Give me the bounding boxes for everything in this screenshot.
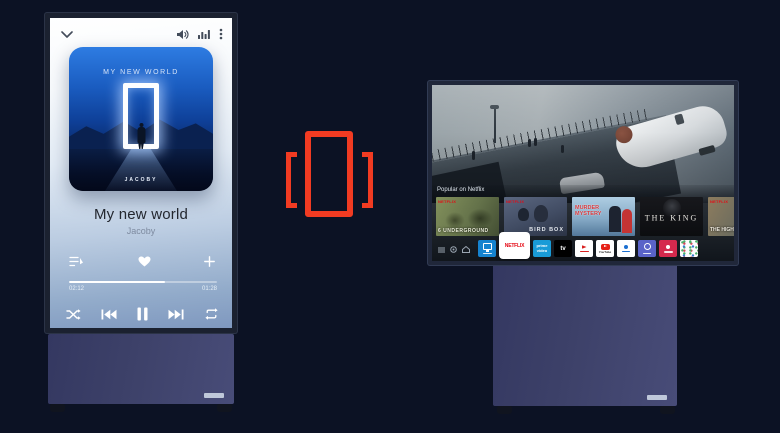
landscape-tv: Popular on Netflix NETFLIX 6 UNDERGROUND… bbox=[427, 80, 739, 266]
app-tile-internet[interactable] bbox=[638, 240, 656, 257]
song-title: My new world bbox=[50, 206, 232, 223]
landscape-tv-foot-right bbox=[660, 406, 675, 414]
app-tile-youtube[interactable]: YouTube bbox=[596, 240, 614, 257]
album-art: MY NEW WORLD JACOBY bbox=[69, 47, 213, 191]
remaining-time: 01:28 bbox=[202, 286, 217, 292]
netflix-logo: NETFLIX bbox=[505, 243, 524, 249]
smart-hub-screen: Popular on Netflix NETFLIX 6 UNDERGROUND… bbox=[432, 85, 734, 261]
skip-previous-icon[interactable] bbox=[101, 309, 117, 320]
app-tile-pattern-logo[interactable] bbox=[680, 240, 698, 257]
movie-card-6-underground[interactable]: NETFLIX 6 UNDERGROUND bbox=[436, 197, 499, 236]
settings-icon[interactable] bbox=[450, 246, 457, 253]
skip-next-icon[interactable] bbox=[168, 309, 184, 320]
apple-tv-logo: tv bbox=[560, 246, 565, 252]
brand-sticker bbox=[647, 395, 667, 400]
landscape-tv-stand bbox=[493, 260, 677, 406]
equalizer-icon[interactable] bbox=[198, 29, 210, 39]
more-options-icon[interactable] bbox=[219, 28, 223, 40]
playback-controls bbox=[66, 307, 219, 321]
add-icon[interactable] bbox=[204, 256, 215, 267]
movie-card-murder-mystery[interactable]: MURDER MYSTERY bbox=[572, 197, 635, 236]
rotate-bracket-left bbox=[286, 152, 297, 208]
red-logo-text-bar bbox=[580, 251, 589, 253]
globe-icon bbox=[644, 243, 651, 250]
figure-silhouette bbox=[518, 208, 529, 221]
app-bar: NETFLIX prime video tv bbox=[436, 232, 734, 259]
portrait-tv-foot-left bbox=[50, 404, 65, 412]
elapsed-time: 02:12 bbox=[69, 286, 84, 292]
chevron-down-icon[interactable] bbox=[61, 31, 73, 38]
person-silhouette bbox=[137, 123, 146, 149]
sero-tv-promo-stage: MY NEW WORLD JACOBY My new world Jacoby bbox=[0, 0, 780, 433]
youtube-logo: YouTube bbox=[599, 250, 611, 254]
figure-silhouette bbox=[534, 205, 548, 222]
movie-title: MURDER MYSTERY bbox=[575, 205, 611, 217]
movie-title: THE KING bbox=[640, 214, 703, 223]
netflix-badge: NETFLIX bbox=[438, 199, 456, 204]
youtube-play-icon bbox=[601, 244, 610, 250]
rotate-screen-outline bbox=[305, 131, 353, 217]
app-label-bar bbox=[643, 253, 651, 255]
rotate-bracket-right bbox=[362, 152, 373, 208]
favorite-icon[interactable] bbox=[138, 256, 151, 267]
music-player-topbar bbox=[61, 27, 223, 41]
volume-icon[interactable] bbox=[176, 29, 189, 40]
blue-logo-text-bar bbox=[622, 251, 630, 253]
pause-icon[interactable] bbox=[137, 307, 148, 321]
app-tile-prime-video[interactable]: prime video bbox=[533, 240, 551, 257]
app-label-bar bbox=[483, 253, 492, 255]
app-tile-red-logo[interactable] bbox=[575, 240, 593, 257]
album-artist-text: JACOBY bbox=[69, 177, 213, 183]
portrait-tv-foot-right bbox=[217, 404, 232, 412]
prime-video-logo: prime video bbox=[534, 244, 550, 253]
brand-sticker bbox=[204, 393, 224, 398]
song-artist: Jacoby bbox=[50, 226, 232, 236]
figure-silhouette bbox=[622, 209, 632, 233]
app-tile-crimson-logo[interactable] bbox=[659, 240, 677, 257]
app-tile-netflix[interactable]: NETFLIX bbox=[501, 234, 528, 257]
movie-card-the-king[interactable]: THE KING bbox=[640, 197, 703, 236]
app-label-bar bbox=[664, 251, 673, 253]
app-tile-apple-tv[interactable]: tv bbox=[554, 240, 572, 257]
rotate-screen-icon bbox=[286, 131, 374, 227]
progress-section: 02:12 01:28 bbox=[69, 281, 217, 292]
album-title-text: MY NEW WORLD bbox=[69, 69, 213, 76]
movie-card-bird-box[interactable]: NETFLIX BIRD BOX bbox=[504, 197, 567, 236]
red-logo-mark bbox=[582, 245, 587, 249]
app-tiles: NETFLIX prime video tv bbox=[478, 234, 698, 257]
content-rows-overlay: Popular on Netflix NETFLIX 6 UNDERGROUND… bbox=[432, 185, 734, 261]
progress-fill bbox=[69, 281, 165, 283]
menu-icon[interactable] bbox=[438, 247, 445, 253]
movie-card-row: NETFLIX 6 UNDERGROUND NETFLIX BIRD BOX M… bbox=[436, 197, 734, 236]
portrait-tv: MY NEW WORLD JACOBY My new world Jacoby bbox=[44, 12, 238, 334]
repeat-icon[interactable] bbox=[204, 308, 219, 320]
app-tile-blue-logo[interactable] bbox=[617, 240, 635, 257]
progress-bar[interactable] bbox=[69, 281, 217, 283]
tv-screen-icon bbox=[483, 243, 492, 250]
netflix-badge: NETFLIX bbox=[710, 199, 728, 204]
playlist-icon[interactable] bbox=[69, 256, 84, 267]
netflix-badge: NETFLIX bbox=[506, 199, 524, 204]
section-label: Popular on Netflix bbox=[437, 187, 484, 193]
action-row bbox=[69, 256, 215, 267]
app-tile-live-tv[interactable] bbox=[478, 240, 496, 257]
shuffle-icon[interactable] bbox=[66, 309, 81, 320]
movie-card-the-highwaymen[interactable]: NETFLIX THE HIGHWAYMEN bbox=[708, 197, 734, 236]
landscape-tv-foot-left bbox=[497, 406, 512, 414]
white-dot-mark bbox=[666, 245, 670, 249]
music-player-screen: MY NEW WORLD JACOBY My new world Jacoby bbox=[50, 18, 232, 328]
home-icon[interactable] bbox=[462, 246, 470, 253]
portrait-tv-stand bbox=[48, 334, 234, 404]
blue-logo-mark bbox=[624, 245, 628, 249]
